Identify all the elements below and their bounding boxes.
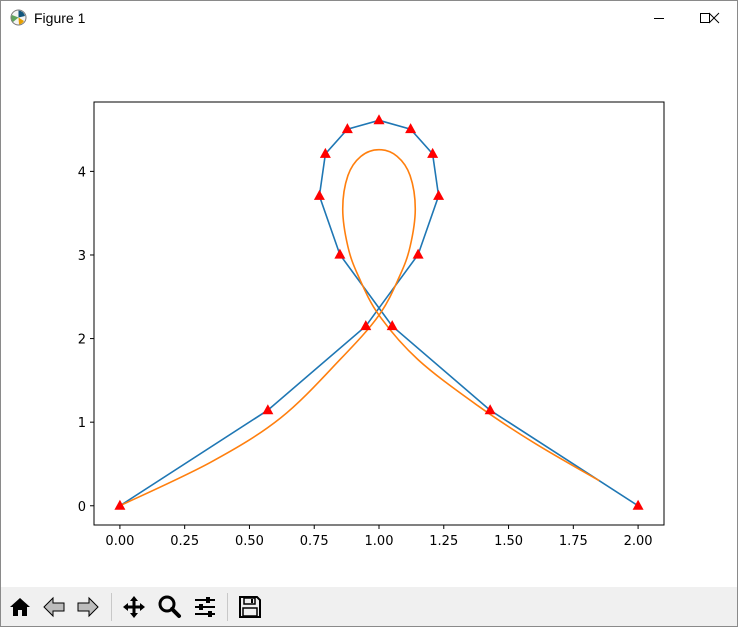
configure-subplots-icon <box>194 597 215 617</box>
home-button[interactable] <box>4 591 35 623</box>
toolbar-separator <box>111 593 112 621</box>
zoom-icon <box>158 595 181 618</box>
toolbar-separator <box>227 593 228 621</box>
zoom-button[interactable] <box>153 591 184 623</box>
x-tick-label: 1.25 <box>429 534 458 549</box>
figure-canvas[interactable]: 0.00 0.25 0.50 0.75 1.00 1.25 1.50 1.75 2.00 0 1 2 3… <box>1 35 737 587</box>
x-tick-label: 0.25 <box>170 534 199 549</box>
matplotlib-icon <box>10 9 27 26</box>
forward-icon <box>77 596 99 618</box>
axes-frame <box>93 101 665 526</box>
y-tick-label: 0 <box>78 500 86 515</box>
close-icon <box>708 12 720 24</box>
y-tick-label: 1 <box>78 416 86 431</box>
pan-icon <box>122 596 145 618</box>
x-tick-label: 1.50 <box>494 534 523 549</box>
save-button[interactable] <box>234 591 265 623</box>
minimize-button[interactable] <box>636 1 682 35</box>
y-tick-label: 3 <box>78 249 86 264</box>
x-tick-label: 1.75 <box>559 534 588 549</box>
x-tick-label: 0.50 <box>235 534 264 549</box>
home-icon <box>9 598 30 616</box>
window-title: Figure 1 <box>34 10 86 26</box>
forward-button[interactable] <box>72 591 103 623</box>
chart: 0.00 0.25 0.50 0.75 1.00 1.25 1.50 1.75 2.00 0 1 2 3… <box>78 101 665 549</box>
pan-button[interactable] <box>118 591 149 623</box>
figure-window: Figure 1 0.00 0.25 0.50 0.75 1.00 1.25 1.50 1.7… <box>0 0 738 627</box>
title-bar[interactable]: Figure 1 <box>1 1 737 35</box>
x-tick-label: 1.00 <box>365 534 394 549</box>
x-tick-label: 0.75 <box>300 534 329 549</box>
back-button[interactable] <box>38 591 69 623</box>
y-tick-label: 2 <box>78 333 86 348</box>
navigation-toolbar <box>1 587 737 626</box>
x-tick-label: 0.00 <box>105 534 134 549</box>
back-icon <box>42 596 64 618</box>
save-icon <box>238 596 261 618</box>
close-button[interactable] <box>691 1 737 35</box>
x-tick-label: 2.00 <box>624 534 653 549</box>
minimize-icon <box>654 18 664 19</box>
configure-subplots-button[interactable] <box>189 591 220 623</box>
y-tick-label: 4 <box>78 165 86 180</box>
